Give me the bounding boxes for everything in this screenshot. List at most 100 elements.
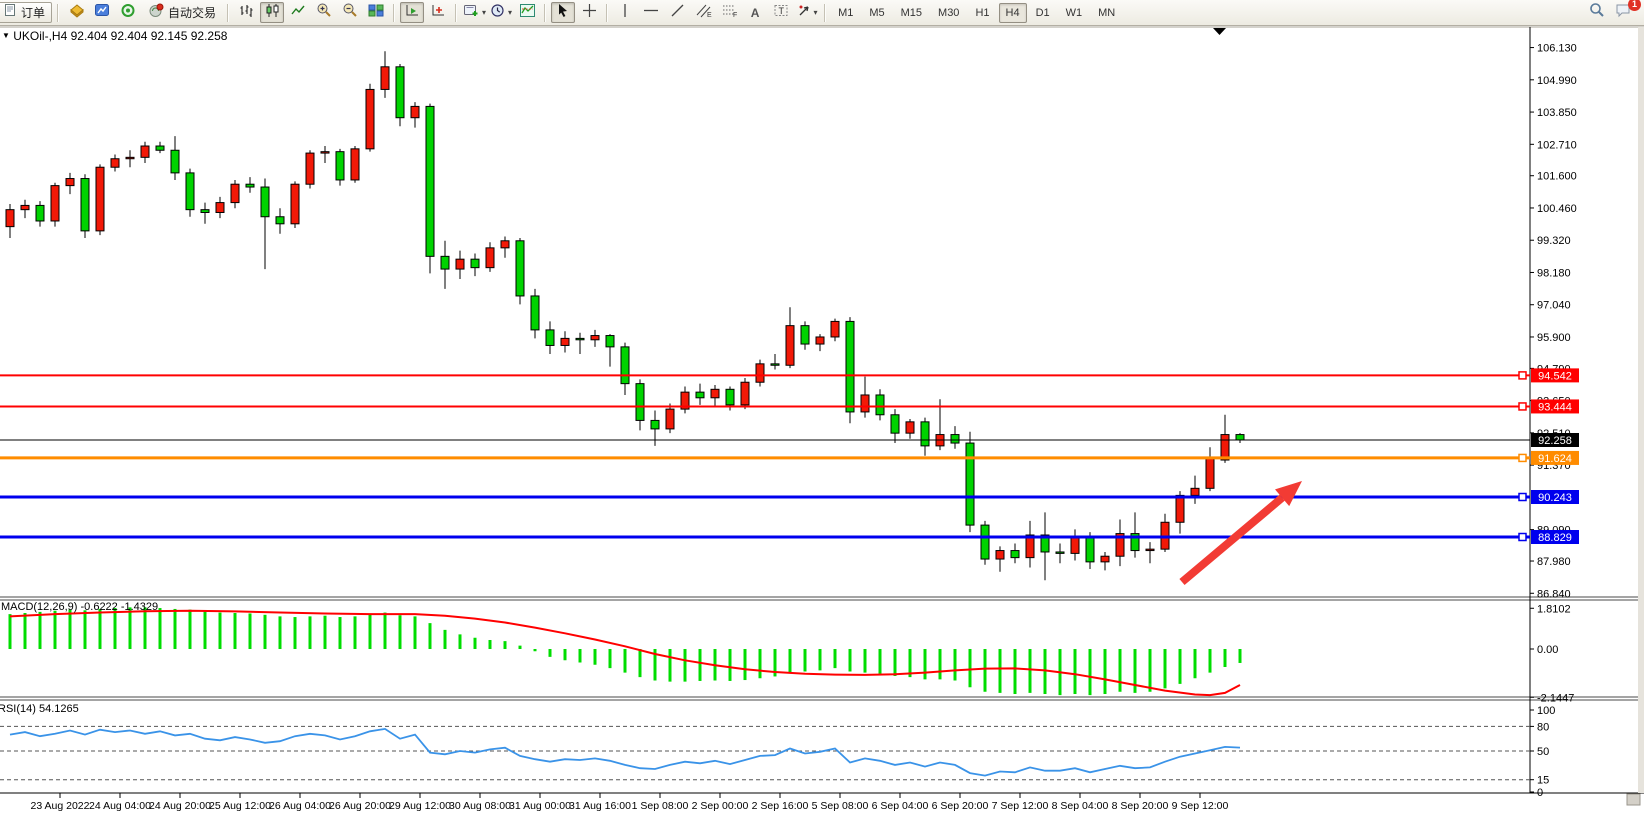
indicators-icon (519, 3, 536, 23)
zoom-out-button[interactable] (338, 2, 362, 23)
svg-text:91.624: 91.624 (1538, 453, 1572, 465)
time-axis: 23 Aug 202224 Aug 04:0024 Aug 20:0025 Au… (31, 793, 1229, 812)
chart-collapse-icon[interactable]: ▼ (2, 31, 10, 40)
chart-symbol-period: UKOil-,H4 (13, 29, 67, 43)
svg-text:106.130: 106.130 (1537, 43, 1577, 55)
separator (824, 4, 826, 22)
tile-windows-button[interactable] (364, 2, 388, 23)
svg-text:5 Sep 08:00: 5 Sep 08:00 (812, 800, 869, 812)
svg-text:15: 15 (1537, 775, 1549, 787)
vertical-line-tool[interactable] (613, 2, 637, 23)
candlestick-mode-button[interactable] (260, 2, 284, 23)
trendline-tool[interactable] (665, 2, 689, 23)
search-button[interactable] (1585, 2, 1609, 23)
separator (57, 4, 59, 22)
chart-marker-triangle[interactable] (1213, 28, 1226, 35)
crosshair-tool-button[interactable] (577, 2, 601, 23)
clock-icon (490, 3, 506, 23)
timeframe-H4[interactable]: H4 (999, 3, 1027, 23)
timeframe-M15[interactable]: M15 (894, 3, 929, 23)
timeframe-H1[interactable]: H1 (968, 3, 996, 23)
autotrading-button[interactable]: 自动交易 (142, 2, 222, 23)
crosshair-icon (582, 3, 597, 23)
svg-text:87.980: 87.980 (1537, 556, 1571, 568)
svg-text:93.444: 93.444 (1538, 401, 1572, 413)
svg-text:2 Sep 00:00: 2 Sep 00:00 (692, 800, 749, 812)
svg-text:25 Aug 12:00: 25 Aug 12:00 (209, 800, 271, 812)
timeframe-D1[interactable]: D1 (1029, 3, 1057, 23)
horizontal-level-lines[interactable] (0, 372, 1530, 541)
auto-scroll-button[interactable] (400, 2, 424, 23)
fibonacci-tool[interactable]: F (717, 2, 741, 23)
charts-window-button[interactable] (90, 2, 114, 23)
chart-area[interactable]: 106.130104.990103.850102.710101.600100.4… (0, 0, 1644, 818)
new-chart-button[interactable]: ▾ (462, 2, 487, 23)
svg-text:80: 80 (1537, 721, 1549, 733)
timeframe-W1[interactable]: W1 (1059, 3, 1090, 23)
channel-icon: E (695, 3, 712, 23)
svg-text:50: 50 (1537, 746, 1549, 758)
zoom-in-icon (316, 2, 332, 23)
indicators-button[interactable] (515, 2, 539, 23)
text-icon: A (751, 6, 760, 20)
svg-text:26 Aug 04:00: 26 Aug 04:00 (269, 800, 331, 812)
svg-text:24 Aug 20:00: 24 Aug 20:00 (149, 800, 211, 812)
arrows-tool[interactable]: ▾ (795, 2, 819, 23)
order-button[interactable]: 订单 (0, 2, 52, 23)
svg-text:97.040: 97.040 (1537, 300, 1571, 312)
bar-chart-mode-button[interactable] (234, 2, 258, 23)
auto-scroll-icon (404, 3, 420, 23)
svg-text:31 Aug 16:00: 31 Aug 16:00 (569, 800, 631, 812)
timeframe-M1[interactable]: M1 (831, 3, 860, 23)
svg-text:104.990: 104.990 (1537, 75, 1577, 87)
dropdown-caret: ▾ (482, 8, 486, 17)
svg-text:8 Sep 04:00: 8 Sep 04:00 (1052, 800, 1109, 812)
zoom-in-button[interactable] (312, 2, 336, 23)
chart-shift-button[interactable] (426, 2, 450, 23)
timeframe-M30[interactable]: M30 (931, 3, 966, 23)
horizontal-line-tool[interactable] (639, 2, 663, 23)
svg-text:101.600: 101.600 (1537, 171, 1577, 183)
svg-text:7 Sep 12:00: 7 Sep 12:00 (992, 800, 1049, 812)
autotrading-icon (148, 3, 164, 23)
svg-text:94.542: 94.542 (1538, 370, 1572, 382)
zoom-out-icon (342, 2, 358, 23)
equidistant-channel-tool[interactable]: E (691, 2, 715, 23)
profiles-button[interactable]: ▾ (489, 2, 513, 23)
horizontal-line-icon (643, 3, 659, 23)
dropdown-caret: ▾ (508, 8, 512, 17)
svg-text:98.180: 98.180 (1537, 267, 1571, 279)
timeframe-MN[interactable]: MN (1091, 3, 1122, 23)
cursor-tool-button[interactable] (551, 2, 575, 23)
order-button-label: 订单 (21, 4, 45, 21)
line-chart-mode-button[interactable] (286, 2, 310, 23)
arrows-icon (797, 3, 812, 23)
notifications-button[interactable]: 1 (1611, 2, 1635, 23)
rsi-indicator-label: RSI(14) 54.1265 (0, 703, 79, 715)
cursor-icon (556, 3, 570, 23)
main-toolbar: 订单 自动交易 (0, 0, 1644, 26)
rsi-pane: 100 80 50 150 (0, 705, 1555, 799)
svg-text:102.710: 102.710 (1537, 139, 1577, 151)
text-label-tool[interactable]: T (769, 2, 793, 23)
svg-text:100: 100 (1537, 705, 1555, 717)
svg-text:9 Sep 12:00: 9 Sep 12:00 (1172, 800, 1229, 812)
price-axis: 106.130104.990103.850102.710101.600100.4… (1530, 43, 1577, 601)
notification-badge: 1 (1628, 0, 1641, 11)
svg-text:2 Sep 16:00: 2 Sep 16:00 (752, 800, 809, 812)
separator (393, 4, 395, 22)
new-order-button[interactable] (64, 2, 88, 23)
separator (606, 4, 608, 22)
line-chart-icon (291, 3, 306, 23)
text-tool[interactable]: A (743, 2, 767, 23)
svg-text:8 Sep 20:00: 8 Sep 20:00 (1112, 800, 1169, 812)
svg-text:6 Sep 20:00: 6 Sep 20:00 (932, 800, 989, 812)
timeframe-M5[interactable]: M5 (862, 3, 891, 23)
svg-text:92.258: 92.258 (1538, 435, 1572, 447)
svg-text:0: 0 (1537, 787, 1543, 799)
chart-title: ▼ UKOil-,H4 92.404 92.404 92.145 92.258 (2, 29, 227, 43)
svg-text:F: F (733, 12, 737, 18)
bar-chart-icon (239, 3, 254, 23)
navigator-button[interactable] (116, 2, 140, 23)
macd-indicator-label: MACD(12,26,9) -0.6222 -1.4329 (1, 601, 158, 613)
